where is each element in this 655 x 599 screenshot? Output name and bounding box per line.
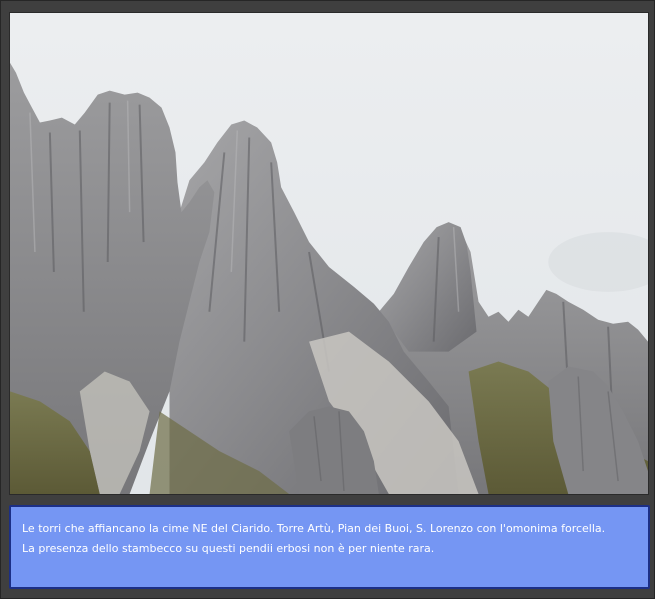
caption-line-2: La presenza dello stambecco su questi pe… (22, 542, 435, 555)
caption-line-1: Le torri che affiancano la cime NE del C… (22, 522, 606, 535)
mountain-peaks-icon (10, 13, 648, 494)
photo-frame: Le torri che affiancano la cime NE del C… (0, 0, 655, 599)
mountain-photo (9, 12, 649, 495)
photo-caption: Le torri che affiancano la cime NE del C… (9, 505, 650, 589)
